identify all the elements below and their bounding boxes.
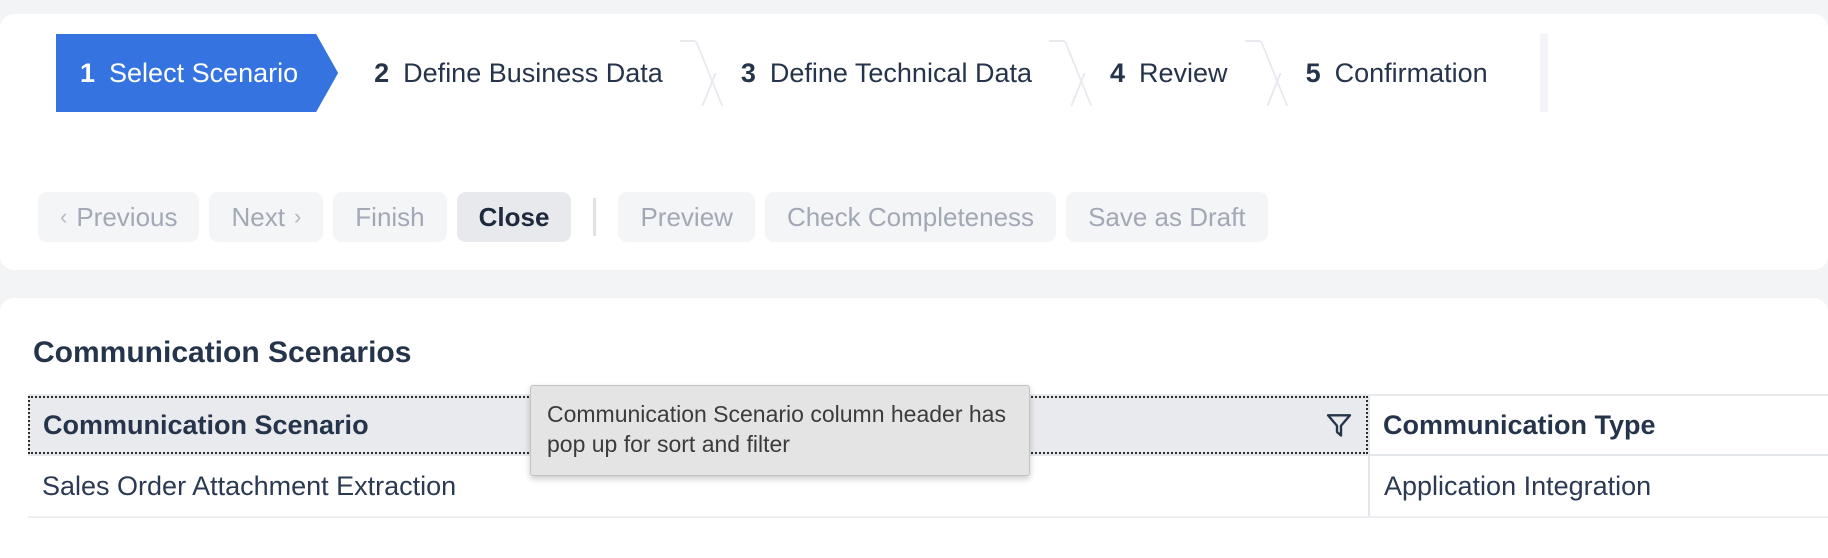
column-header-communication-type-label: Communication Type xyxy=(1383,410,1656,441)
check-completeness-button[interactable]: Check Completeness xyxy=(765,192,1056,242)
wizard-step-4-number: 4 xyxy=(1110,60,1125,87)
wizard-header-card: 1 Select Scenario 2 Define Business Data… xyxy=(0,14,1828,270)
toolbar-divider xyxy=(593,198,596,236)
wizard-step-3[interactable]: 3 Define Technical Data xyxy=(715,34,1058,112)
wizard-separator-chevron-icon xyxy=(1058,34,1084,112)
wizard-step-1-label: Select Scenario xyxy=(109,60,298,87)
save-as-draft-button[interactable]: Save as Draft xyxy=(1066,192,1268,242)
wizard-step-5[interactable]: 5 Confirmation xyxy=(1280,34,1514,112)
column-header-communication-scenario-label: Communication Scenario xyxy=(43,412,369,439)
filter-funnel-icon[interactable] xyxy=(1318,404,1360,446)
wizard-step-3-label: Define Technical Data xyxy=(770,60,1032,87)
column-header-communication-type[interactable]: Communication Type xyxy=(1368,396,1828,454)
close-button[interactable]: Close xyxy=(457,192,572,242)
preview-button-label: Preview xyxy=(640,204,732,230)
save-as-draft-button-label: Save as Draft xyxy=(1088,204,1246,230)
wizard-step-4-label: Review xyxy=(1139,60,1228,87)
previous-button-label: Previous xyxy=(76,204,177,230)
chevron-right-icon: › xyxy=(294,206,301,228)
finish-button[interactable]: Finish xyxy=(333,192,446,242)
wizard-separator-chevron-icon xyxy=(1254,34,1280,112)
previous-button[interactable]: ‹ Previous xyxy=(38,192,199,242)
close-button-label: Close xyxy=(479,204,550,230)
wizard-toolbar: ‹ Previous Next › Finish Close Preview C… xyxy=(38,192,1268,242)
wizard-step-3-number: 3 xyxy=(741,60,756,87)
next-button-label: Next xyxy=(231,204,284,230)
wizard-step-2-label: Define Business Data xyxy=(403,60,663,87)
wizard-separator-chevron-icon xyxy=(689,34,715,112)
app-page: 1 Select Scenario 2 Define Business Data… xyxy=(0,0,1828,558)
wizard-step-5-number: 5 xyxy=(1306,60,1321,87)
check-completeness-button-label: Check Completeness xyxy=(787,204,1034,230)
wizard-step-1[interactable]: 1 Select Scenario xyxy=(56,34,338,112)
finish-button-label: Finish xyxy=(355,204,424,230)
wizard-step-1-number: 1 xyxy=(80,60,95,87)
wizard-step-bar: 1 Select Scenario 2 Define Business Data… xyxy=(56,34,1548,112)
next-button[interactable]: Next › xyxy=(209,192,323,242)
cell-communication-type: Application Integration xyxy=(1368,456,1828,516)
chevron-left-icon: ‹ xyxy=(60,206,67,228)
wizard-step-2-number: 2 xyxy=(374,60,389,87)
preview-button[interactable]: Preview xyxy=(618,192,754,242)
wizard-step-4[interactable]: 4 Review xyxy=(1084,34,1254,112)
wizard-end-bar xyxy=(1540,34,1548,112)
column-header-tooltip: Communication Scenario column header has… xyxy=(530,385,1030,476)
page-title: Communication Scenarios xyxy=(33,338,411,368)
wizard-step-2[interactable]: 2 Define Business Data xyxy=(348,34,689,112)
wizard-step-5-label: Confirmation xyxy=(1335,60,1488,87)
